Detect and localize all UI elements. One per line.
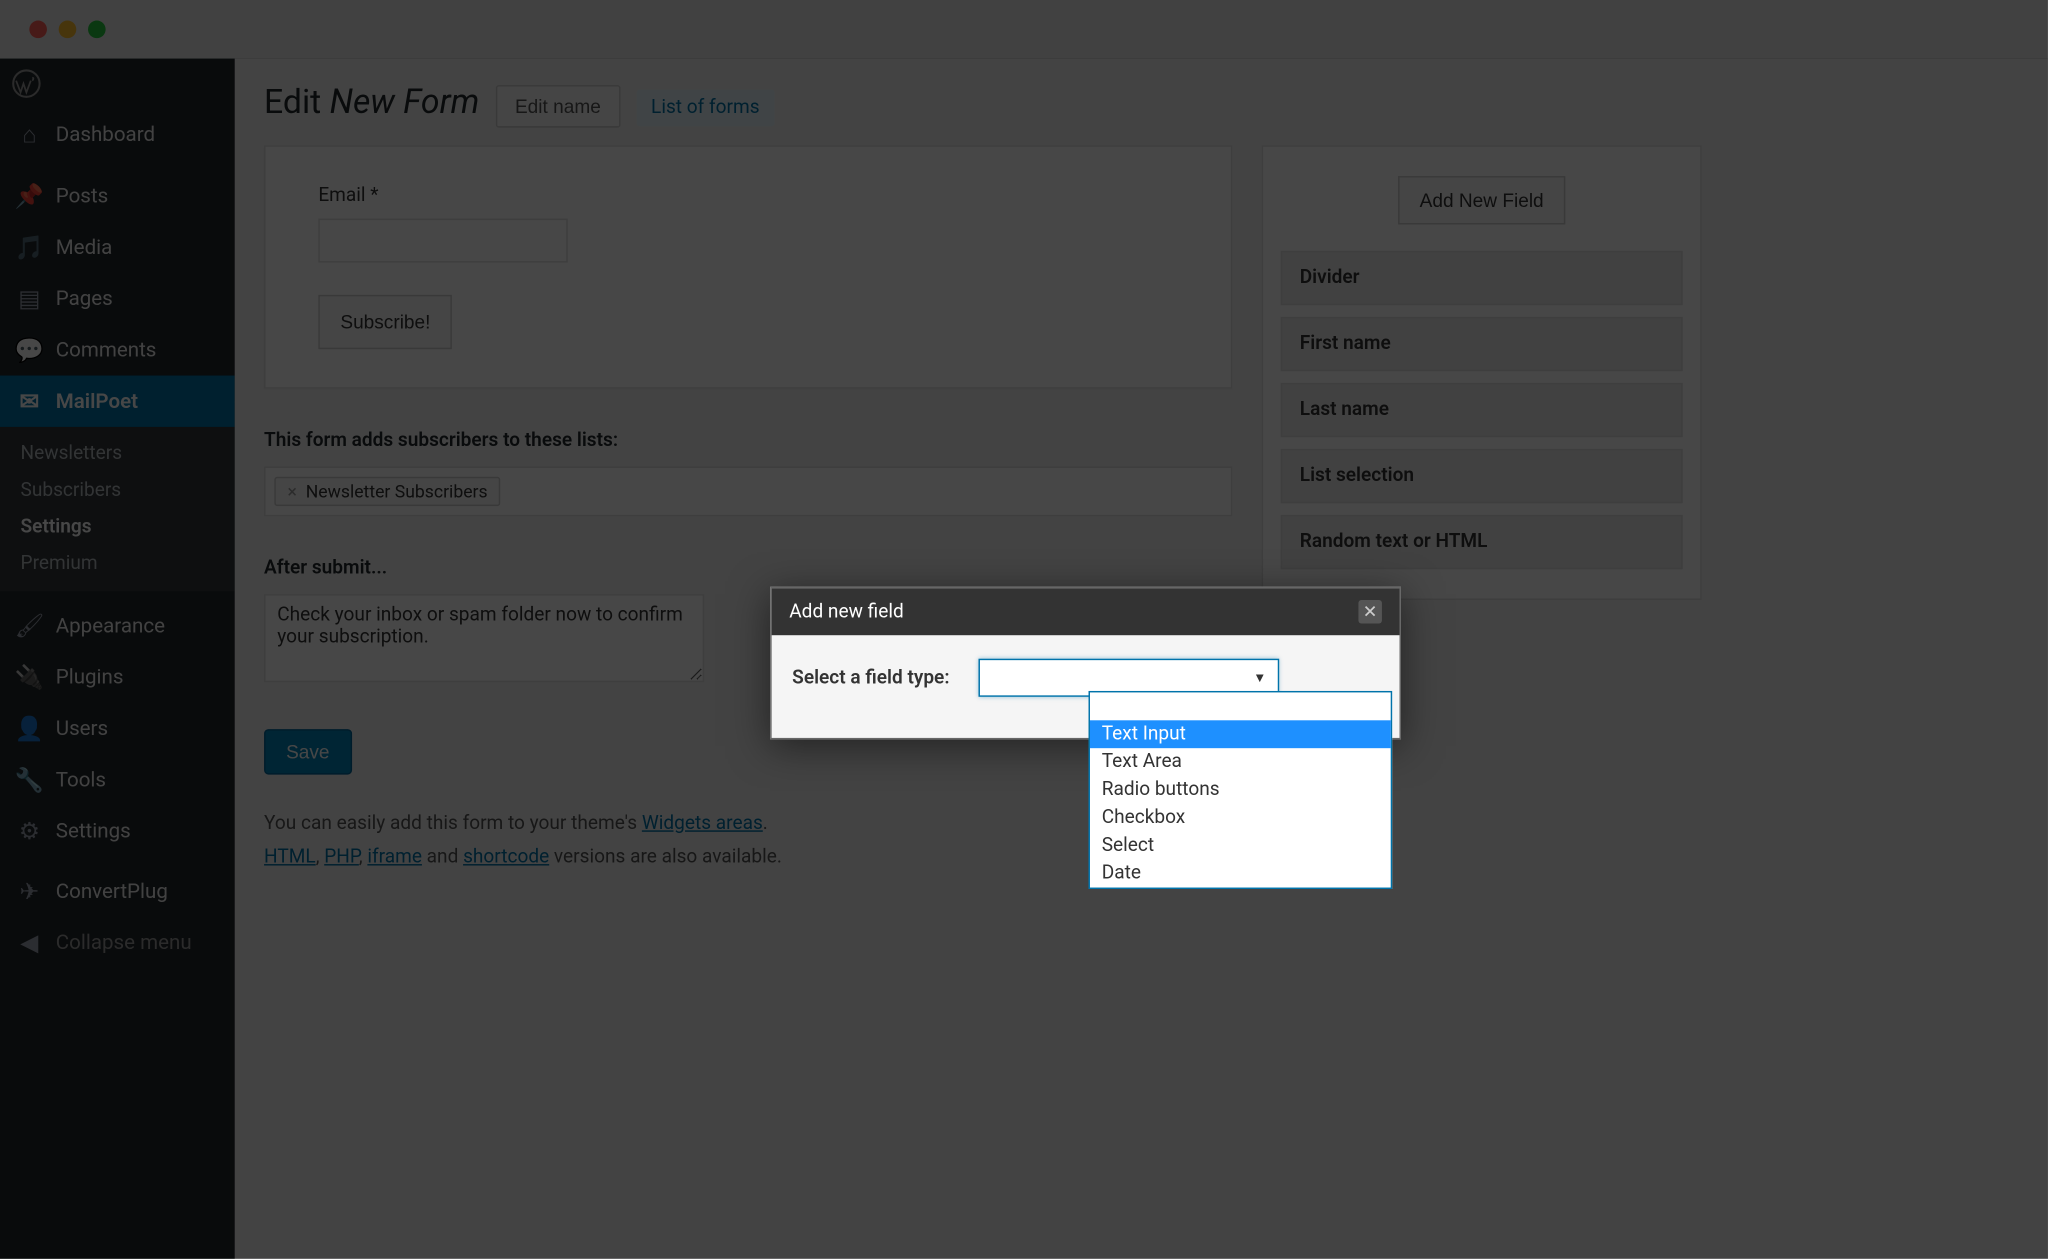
modal-close-icon[interactable]: ✕ [1358, 600, 1381, 623]
dropdown-option-blank[interactable] [1090, 692, 1391, 720]
dropdown-option-text-input[interactable]: Text Input [1090, 720, 1391, 748]
dropdown-option-checkbox[interactable]: Checkbox [1090, 804, 1391, 832]
dropdown-option-date[interactable]: Date [1090, 860, 1391, 888]
modal-header: Add new field ✕ [772, 588, 1400, 635]
field-type-dropdown: Text Input Text Area Radio buttons Check… [1089, 691, 1393, 889]
modal-title: Add new field [789, 601, 903, 623]
dropdown-option-select[interactable]: Select [1090, 832, 1391, 860]
dropdown-option-text-area[interactable]: Text Area [1090, 748, 1391, 776]
dropdown-option-radio[interactable]: Radio buttons [1090, 776, 1391, 804]
field-type-label: Select a field type: [792, 667, 949, 689]
